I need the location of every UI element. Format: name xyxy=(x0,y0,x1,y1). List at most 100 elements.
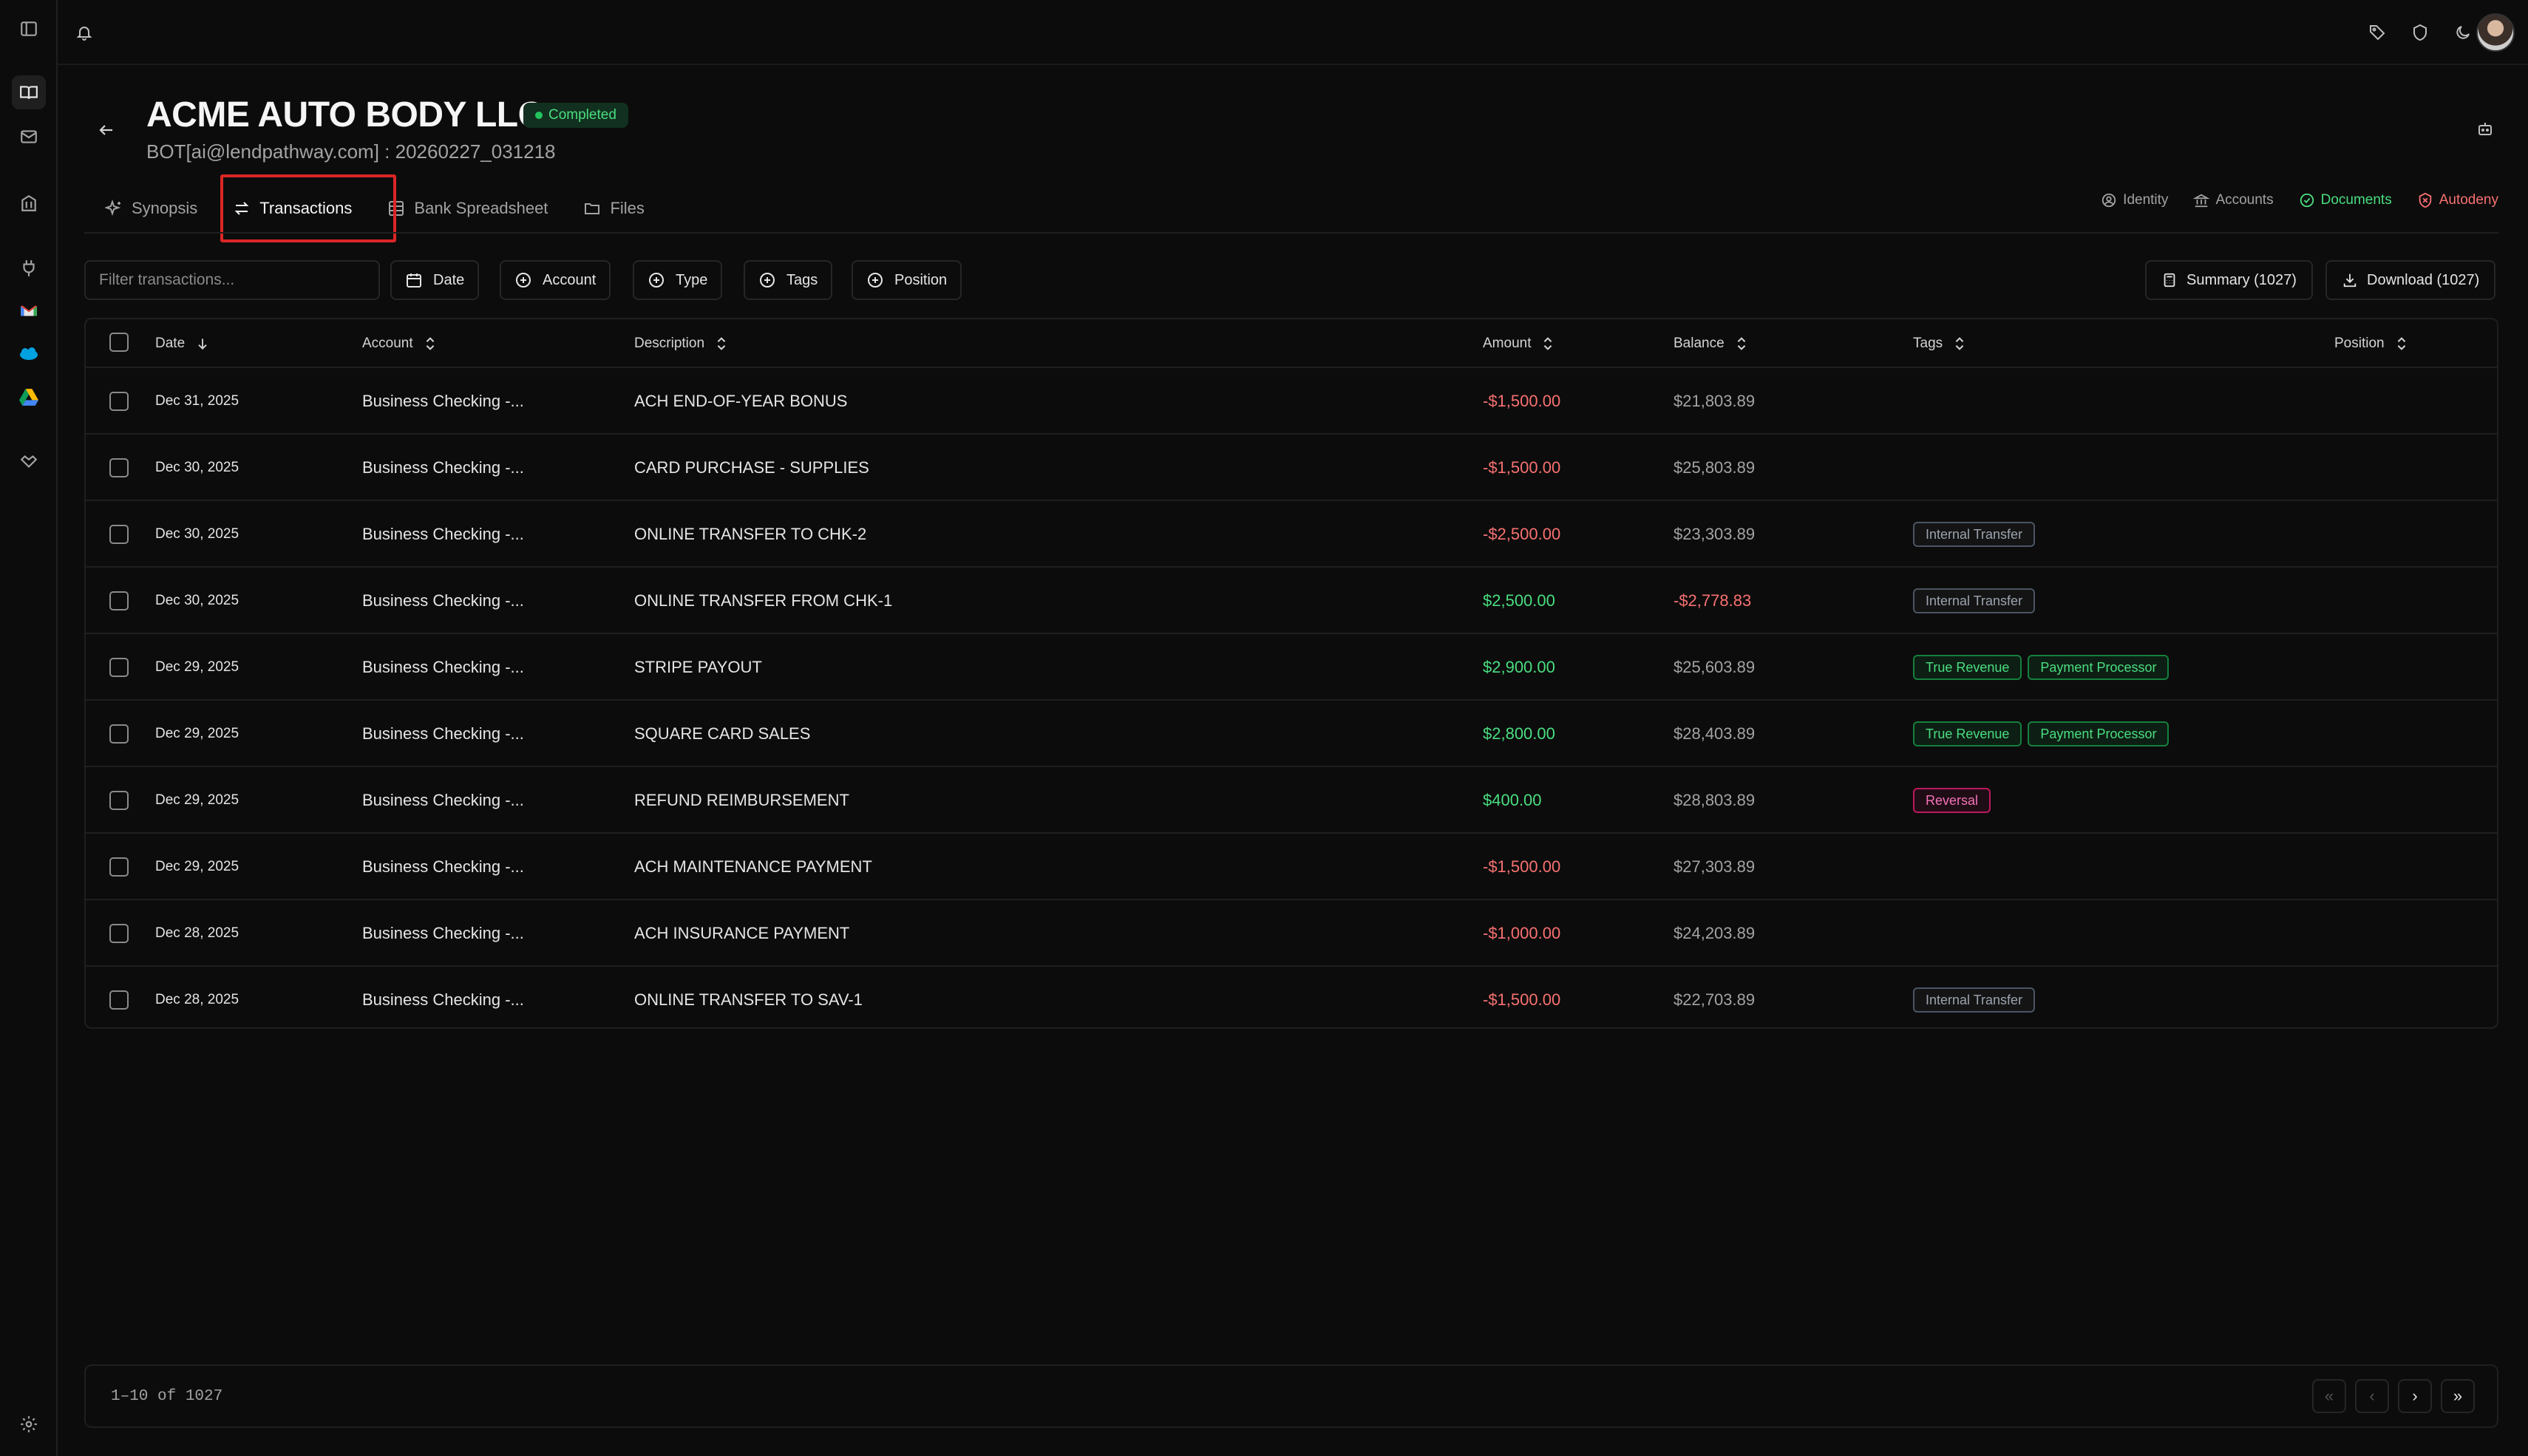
column-header-date[interactable]: Date xyxy=(155,319,210,368)
table-row[interactable]: Dec 28, 2025 Business Checking -... ACH IN… xyxy=(86,900,2497,967)
moon-icon[interactable] xyxy=(2448,18,2478,47)
table-row[interactable]: Dec 31, 2025 Business Checking -... ACH EN… xyxy=(86,368,2497,435)
row-checkbox[interactable] xyxy=(109,458,129,477)
type-filter-chip[interactable]: Type xyxy=(633,260,723,300)
row-checkbox[interactable] xyxy=(109,857,129,877)
column-header-balance[interactable]: Balance xyxy=(1674,319,1748,368)
google-drive-icon[interactable] xyxy=(12,380,46,414)
gmail-icon[interactable] xyxy=(12,294,46,328)
table-row[interactable]: Dec 29, 2025 Business Checking -... REFUND… xyxy=(86,767,2497,834)
plug-icon[interactable] xyxy=(12,251,46,285)
select-all-checkbox[interactable] xyxy=(109,333,129,352)
column-header-position[interactable]: Position xyxy=(2334,319,2408,368)
documents-link[interactable]: Documents xyxy=(2299,192,2392,208)
accounts-link[interactable]: Accounts xyxy=(2193,192,2274,208)
account-cell: Business Checking -... xyxy=(362,392,524,410)
tag-badge[interactable]: Payment Processor xyxy=(2028,721,2169,746)
description-cell: ONLINE TRANSFER TO CHK-2 xyxy=(634,525,867,543)
description-cell: SQUARE CARD SALES xyxy=(634,724,811,743)
chip-label: Position xyxy=(894,271,948,288)
table-row[interactable]: Dec 30, 2025 Business Checking -... CARD P… xyxy=(86,435,2497,501)
autodeny-link[interactable]: Autodeny xyxy=(2417,192,2498,208)
tag-badge[interactable]: Internal Transfer xyxy=(1913,987,2036,1013)
table-row[interactable]: Dec 30, 2025 Business Checking -... ONLINE… xyxy=(86,501,2497,568)
row-checkbox[interactable] xyxy=(109,990,129,1010)
identity-link[interactable]: Identity xyxy=(2101,192,2168,208)
salesforce-icon[interactable] xyxy=(12,337,46,371)
date-cell: Dec 28, 2025 xyxy=(155,992,239,1007)
table-row[interactable]: Dec 29, 2025 Business Checking -... ACH MA… xyxy=(86,834,2497,900)
tab-synopsis[interactable]: Synopsis xyxy=(95,186,208,231)
sidebar-toggle-icon[interactable] xyxy=(12,12,46,46)
tags-filter-chip[interactable]: Tags xyxy=(744,260,833,300)
tags-cell: True Revenue Payment Processor xyxy=(1913,701,2175,767)
previous-page-button[interactable]: ‹ xyxy=(2355,1379,2389,1413)
position-filter-chip[interactable]: Position xyxy=(852,260,962,300)
amount-cell: $400.00 xyxy=(1483,791,1542,809)
pagination-text: 1–10 of 1027 xyxy=(111,1387,223,1405)
identity-label: Identity xyxy=(2123,192,2169,208)
last-page-button[interactable]: » xyxy=(2441,1379,2475,1413)
back-arrow-icon[interactable] xyxy=(92,115,121,145)
row-checkbox[interactable] xyxy=(109,658,129,677)
amount-cell: $2,800.00 xyxy=(1483,724,1555,743)
plus-circle-icon xyxy=(514,271,532,289)
tags-cell: Internal Transfer xyxy=(1913,501,2041,568)
balance-cell: $21,803.89 xyxy=(1674,392,1756,410)
bank-building-icon[interactable] xyxy=(12,186,46,220)
balance-cell: $24,203.89 xyxy=(1674,924,1756,942)
shield-icon[interactable] xyxy=(2405,18,2435,47)
tag-badge[interactable]: Payment Processor xyxy=(2028,655,2169,680)
tags-cell: Internal Transfer xyxy=(1913,568,2041,634)
column-label: Account xyxy=(362,336,413,351)
robot-icon[interactable] xyxy=(2472,115,2498,142)
balance-cell: $25,603.89 xyxy=(1674,658,1756,676)
date-filter-chip[interactable]: Date xyxy=(390,260,480,300)
tab-files[interactable]: Files xyxy=(573,186,654,231)
amount-cell: -$2,500.00 xyxy=(1483,525,1561,543)
tab-bank-spreadsheet[interactable]: Bank Spreadsheet xyxy=(377,186,558,231)
column-label: Amount xyxy=(1483,336,1532,351)
amount-cell: $2,900.00 xyxy=(1483,658,1555,676)
description-cell: STRIPE PAYOUT xyxy=(634,658,762,676)
row-checkbox[interactable] xyxy=(109,791,129,810)
table-row[interactable]: Dec 28, 2025 Business Checking -... ONLINE… xyxy=(86,967,2497,1027)
plus-circle-icon xyxy=(866,271,884,289)
column-header-description[interactable]: Description xyxy=(634,319,728,368)
row-checkbox[interactable] xyxy=(109,525,129,544)
tag-badge[interactable]: Internal Transfer xyxy=(1913,522,2036,547)
tag-badge[interactable]: True Revenue xyxy=(1913,655,2022,680)
settings-gear-icon[interactable] xyxy=(12,1407,46,1441)
row-checkbox[interactable] xyxy=(109,591,129,610)
amount-cell: -$1,500.00 xyxy=(1483,458,1561,477)
tab-transactions[interactable]: Transactions xyxy=(222,186,362,231)
next-page-button[interactable]: › xyxy=(2398,1379,2432,1413)
user-avatar[interactable] xyxy=(2476,13,2515,52)
tag-icon[interactable] xyxy=(2362,18,2392,47)
row-checkbox[interactable] xyxy=(109,392,129,411)
check-circle-icon xyxy=(2299,192,2315,208)
table-row[interactable]: Dec 29, 2025 Business Checking -... SQUARE… xyxy=(86,701,2497,767)
tag-badge[interactable]: Reversal xyxy=(1913,788,1991,813)
first-page-button[interactable]: « xyxy=(2312,1379,2346,1413)
mail-icon[interactable] xyxy=(12,120,46,154)
filter-transactions-input[interactable] xyxy=(84,260,380,300)
calendar-icon xyxy=(405,271,423,289)
book-icon[interactable] xyxy=(12,75,46,109)
tag-badge[interactable]: Internal Transfer xyxy=(1913,588,2036,613)
row-checkbox[interactable] xyxy=(109,724,129,744)
handshake-icon[interactable] xyxy=(12,445,46,479)
bell-icon[interactable] xyxy=(69,18,99,47)
account-filter-chip[interactable]: Account xyxy=(500,260,611,300)
summary-button[interactable]: Summary (1027) xyxy=(2145,260,2313,300)
column-header-account[interactable]: Account xyxy=(362,319,437,368)
download-button[interactable]: Download (1027) xyxy=(2325,260,2496,300)
account-cell: Business Checking -... xyxy=(362,458,524,477)
tab-label: Synopsis xyxy=(132,199,198,217)
table-row[interactable]: Dec 29, 2025 Business Checking -... STRIPE… xyxy=(86,634,2497,701)
column-header-tags[interactable]: Tags xyxy=(1913,319,1966,368)
row-checkbox[interactable] xyxy=(109,924,129,943)
tag-badge[interactable]: True Revenue xyxy=(1913,721,2022,746)
table-row[interactable]: Dec 30, 2025 Business Checking -... ONLINE… xyxy=(86,568,2497,634)
column-header-amount[interactable]: Amount xyxy=(1483,319,1554,368)
